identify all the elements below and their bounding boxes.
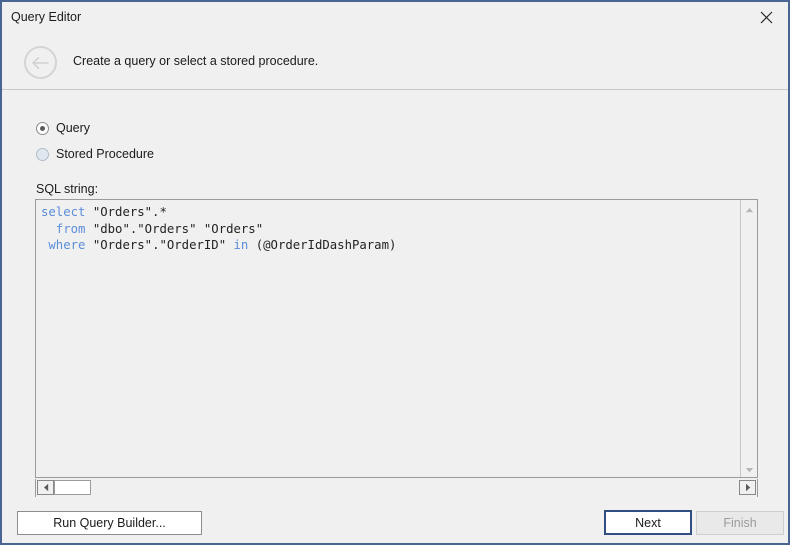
close-icon [760,11,773,24]
run-query-builder-button[interactable]: Run Query Builder... [17,511,202,535]
dialog-header: Create a query or select a stored proced… [2,33,788,90]
title-bar: Query Editor [2,2,788,33]
sql-string-label: SQL string: [36,182,99,196]
radio-query-indicator[interactable] [36,121,49,135]
horizontal-scrollbar[interactable] [35,479,758,498]
query-editor-dialog: Query Editor Create a query or select a … [0,0,790,545]
radio-query-label: Query [56,121,91,135]
finish-button: Finish [696,511,784,535]
horizontal-scroll-thumb[interactable] [54,480,91,495]
radio-option-query[interactable]: Query [36,121,90,135]
scroll-down-button[interactable] [741,460,757,477]
header-caption: Create a query or select a stored proced… [73,54,319,68]
triangle-left-icon [43,481,49,495]
next-button[interactable]: Next [604,510,692,535]
radio-stored-procedure-label: Stored Procedure [56,147,154,161]
radio-option-stored-procedure[interactable]: Stored Procedure [36,147,154,161]
triangle-up-icon [745,202,754,216]
sql-editor[interactable]: select "Orders".* from "dbo"."Orders" "O… [35,199,758,478]
dialog-footer: Run Query Builder... Next Finish [2,497,788,543]
radio-stored-procedure-indicator[interactable] [36,147,49,161]
scroll-left-button[interactable] [37,480,54,495]
sql-text[interactable]: select "Orders".* from "dbo"."Orders" "O… [41,204,396,254]
triangle-right-icon [745,481,751,495]
arrow-left-icon [31,56,50,70]
close-button[interactable] [744,2,788,32]
vertical-scrollbar[interactable] [740,200,757,477]
scroll-right-button[interactable] [739,480,756,495]
triangle-down-icon [745,462,754,476]
window-title: Query Editor [11,10,82,24]
dialog-body: Query Stored Procedure SQL string: selec… [2,91,788,498]
back-button[interactable] [24,46,57,79]
scroll-up-button[interactable] [741,200,757,217]
